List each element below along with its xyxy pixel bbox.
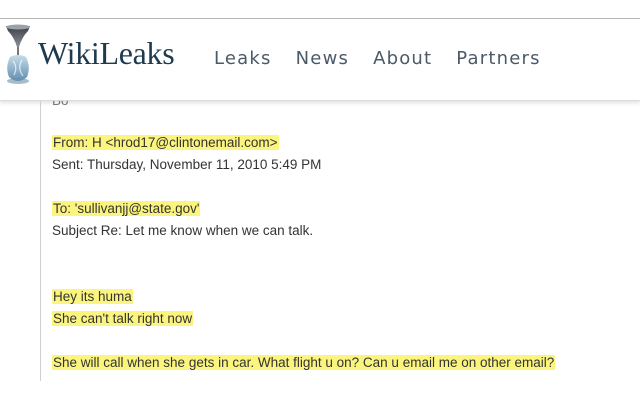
quote-rule	[40, 101, 41, 381]
hourglass-globe-logo-icon[interactable]	[4, 23, 32, 87]
body-text-3: She will call when she gets in car. What…	[52, 355, 556, 370]
email-to: To: 'sullivanjj@state.gov'	[52, 201, 201, 216]
nav-leaks[interactable]: Leaks	[214, 48, 272, 69]
email-sent: Sent: Thursday, November 11, 2010 5:49 P…	[52, 157, 322, 172]
email-to-line: To: 'sullivanjj@state.gov'	[52, 200, 201, 218]
cut-off-line: Bo	[52, 101, 69, 110]
site-logo-text[interactable]: WikiLeaks	[38, 35, 175, 72]
nav-partners[interactable]: Partners	[456, 48, 540, 69]
body-text-2: She can't talk right now	[52, 311, 194, 326]
email-from: From: H <hrod17@clintonemail.com>	[52, 135, 279, 150]
body-line-3: She will call when she gets in car. What…	[52, 354, 556, 372]
nav-news[interactable]: News	[296, 48, 349, 69]
site-header: WikiLeaks Leaks News About Partners	[0, 19, 640, 101]
email-subject: Subject Re: Let me know when we can talk…	[52, 223, 314, 238]
email-content: Bo From: H <hrod17@clintonemail.com> Sen…	[0, 101, 640, 408]
body-text-1: Hey its huma	[52, 289, 133, 304]
email-from-line: From: H <hrod17@clintonemail.com>	[52, 134, 279, 152]
body-line-2: She can't talk right now	[52, 310, 194, 328]
main-nav: Leaks News About Partners	[214, 48, 565, 69]
nav-about[interactable]: About	[373, 48, 432, 69]
body-line-1: Hey its huma	[52, 288, 133, 306]
